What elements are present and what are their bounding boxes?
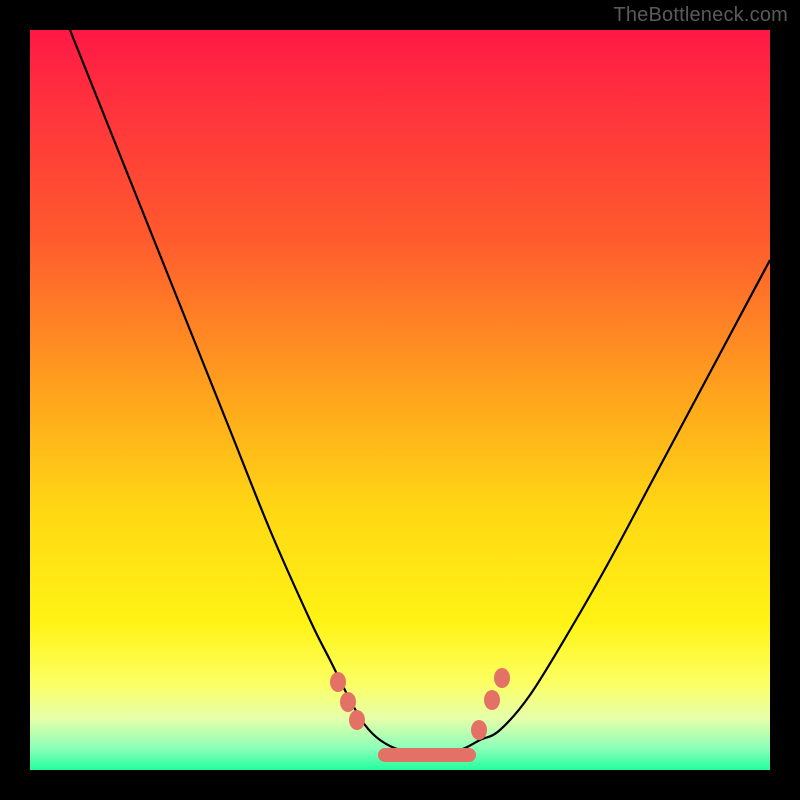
chart-svg <box>30 30 770 770</box>
flat-bottom-marker <box>378 748 476 762</box>
right-lower-dot <box>484 690 500 710</box>
outer-frame: TheBottleneck.com <box>0 0 800 800</box>
left-lower-dot <box>349 710 365 730</box>
left-upper-dot <box>330 672 346 692</box>
right-edge-dot <box>471 720 487 740</box>
watermark-text: TheBottleneck.com <box>613 4 788 27</box>
bottleneck-curve <box>70 30 770 755</box>
left-mid-dot <box>340 692 356 712</box>
marker-dots <box>330 668 510 740</box>
plot-area <box>30 30 770 770</box>
right-upper-dot <box>494 668 510 688</box>
